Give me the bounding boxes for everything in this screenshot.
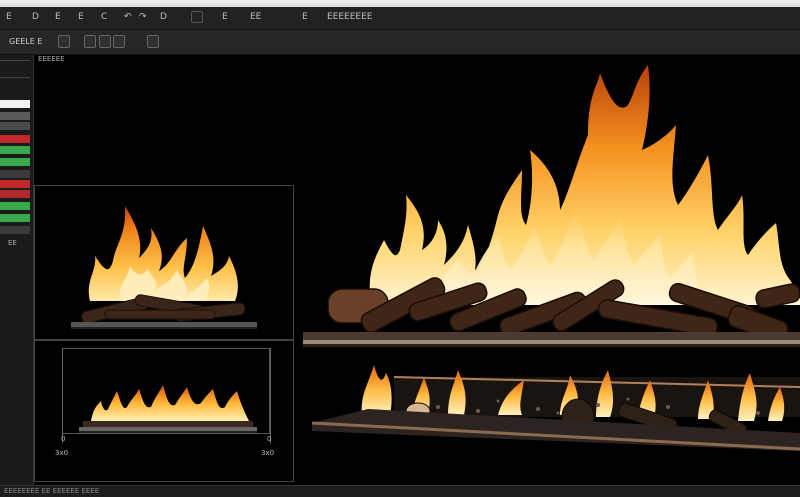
layer-swatch-red[interactable]: [0, 190, 30, 198]
menu-item-7[interactable]: E: [222, 10, 228, 24]
preview-axis-label: 0: [267, 435, 272, 443]
fire-main-image: [303, 65, 800, 451]
layer-swatch-gray[interactable]: [0, 122, 30, 130]
file-label: GEELE E: [9, 37, 43, 46]
sidebar-divider: [0, 77, 30, 78]
menu-item-6[interactable]: D: [160, 10, 167, 24]
toolbar-button-3[interactable]: [99, 35, 111, 48]
menu-bar: E D E E C ↶ ↷ D E EE E EEEEEEEE: [0, 7, 800, 30]
window-title-bar: [0, 0, 800, 7]
menu-item-4[interactable]: E: [78, 10, 84, 24]
layer-swatch-red[interactable]: [0, 135, 30, 143]
toolbar-button-4[interactable]: [113, 35, 125, 48]
fire-preview-bottom[interactable]: 0 3x0 0 3x0: [34, 340, 294, 482]
sidebar-divider: [0, 60, 30, 61]
tool-icon-1[interactable]: [191, 11, 203, 23]
menu-item-3[interactable]: E: [55, 10, 61, 24]
layer-swatch-green[interactable]: [0, 214, 30, 222]
layer-swatch-green[interactable]: [0, 202, 30, 210]
layer-swatch-dark[interactable]: [0, 170, 30, 178]
menu-item-5[interactable]: C: [101, 10, 107, 24]
status-text: EEEEEEEE EE EEEEEE EEEE: [4, 487, 100, 495]
burner-thumbnail-image: [79, 385, 257, 433]
layer-swatch-red[interactable]: [0, 180, 30, 188]
toolbar: GEELE E: [0, 30, 800, 55]
layer-swatch-dark[interactable]: [0, 226, 30, 234]
panel-title: EEEEEE: [38, 55, 65, 63]
toolbar-button-5[interactable]: [147, 35, 159, 48]
layer-swatch-white[interactable]: [0, 100, 30, 108]
fire-preview-top[interactable]: [34, 185, 294, 340]
layer-swatch-gray[interactable]: [0, 112, 30, 120]
menu-item-2[interactable]: D: [32, 10, 39, 24]
preview-axis-label: 3x0: [261, 449, 275, 457]
undo-icon[interactable]: ↶: [124, 10, 132, 24]
main-canvas[interactable]: [298, 55, 800, 485]
layer-swatch-green[interactable]: [0, 158, 30, 166]
menu-item-8[interactable]: EE: [250, 10, 261, 24]
menu-item-10[interactable]: EEEEEEEE: [327, 10, 373, 24]
menu-item-1[interactable]: E: [6, 10, 12, 24]
toolbar-button-1[interactable]: [58, 35, 70, 48]
preview-axis-label: 3x0: [55, 449, 69, 457]
sidebar-value-label: EE: [8, 239, 17, 247]
toolbar-button-2[interactable]: [84, 35, 96, 48]
layer-sidebar: EE: [0, 55, 34, 485]
preview-axis-label: 0: [61, 435, 66, 443]
status-bar: EEEEEEEE EE EEEEEE EEEE: [0, 485, 800, 497]
menu-item-9[interactable]: E: [302, 10, 308, 24]
fire-thumbnail-image: [71, 206, 257, 329]
layer-swatch-green[interactable]: [0, 146, 30, 154]
redo-icon[interactable]: ↷: [139, 10, 147, 24]
